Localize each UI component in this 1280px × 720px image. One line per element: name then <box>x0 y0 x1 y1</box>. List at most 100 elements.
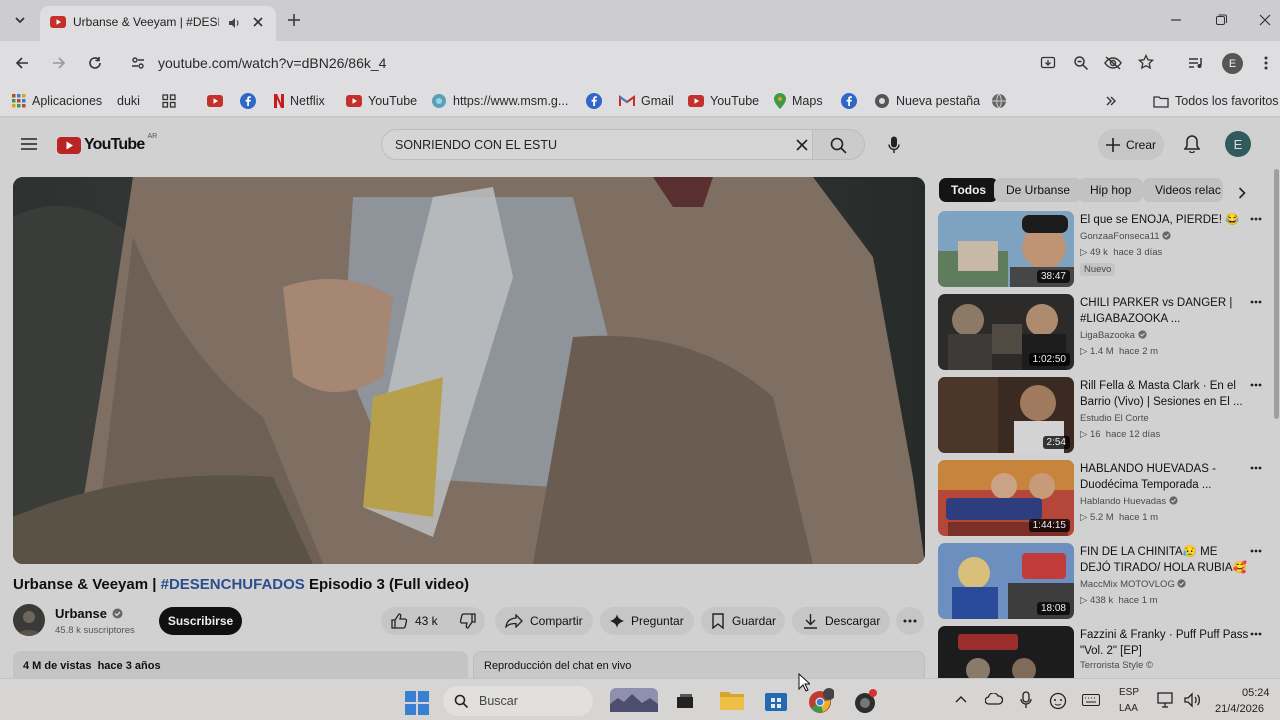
share-button[interactable]: Compartir <box>505 607 583 635</box>
close-window-icon[interactable] <box>1259 14 1271 26</box>
grid-icon[interactable] <box>162 94 176 108</box>
youtube-bookmark-icon[interactable] <box>207 95 223 107</box>
video-thumbnail[interactable] <box>938 626 1074 678</box>
browser-menu-icon[interactable] <box>1264 55 1268 71</box>
all-bookmarks-folder[interactable]: Todos los favoritos <box>1153 85 1279 117</box>
bookmark-netflix[interactable]: Netflix <box>274 85 325 117</box>
microsoft-store-icon[interactable] <box>765 689 787 711</box>
bookmark-new-tab[interactable]: Nueva pestaña <box>874 85 980 117</box>
facebook-icon[interactable] <box>240 93 256 109</box>
microphone-icon[interactable] <box>1020 691 1032 709</box>
bookmark-duki[interactable]: duki <box>117 85 140 117</box>
back-icon[interactable] <box>15 56 29 70</box>
tab-close-icon[interactable] <box>252 16 264 28</box>
forward-icon[interactable] <box>52 56 66 70</box>
clear-search-icon[interactable] <box>796 139 808 151</box>
taskbar-search[interactable]: Buscar <box>443 686 593 716</box>
clock-date[interactable]: 21/4/2026 <box>1215 703 1264 715</box>
recommendation-card[interactable]: 1:44:15 HABLANDO HUEVADAS - Duodécima Te… <box>938 460 1268 538</box>
bookmark-gmail[interactable]: Gmail <box>619 85 674 117</box>
notifications-bell-icon[interactable] <box>1184 135 1200 153</box>
chip-related[interactable]: Videos relac <box>1143 178 1223 202</box>
volume-icon[interactable] <box>1183 692 1201 708</box>
language-indicator[interactable]: ESP <box>1119 687 1139 698</box>
minimize-icon[interactable] <box>1170 14 1182 26</box>
guide-menu-icon[interactable] <box>21 137 37 151</box>
bookmark-youtube-2[interactable]: YouTube <box>688 85 759 117</box>
eye-off-icon[interactable] <box>1104 55 1122 71</box>
globe-icon[interactable] <box>991 93 1007 109</box>
recommendation-card[interactable]: 1:02:50 CHILI PARKER vs DANGER | #LIGABA… <box>938 294 1268 372</box>
facebook-icon[interactable] <box>841 93 857 109</box>
chips-next-icon[interactable] <box>1238 187 1246 199</box>
video-thumbnail[interactable]: 2:54 <box>938 377 1074 453</box>
media-controls-icon[interactable] <box>1188 55 1204 71</box>
card-more-icon[interactable] <box>1250 460 1262 476</box>
more-bookmarks-icon[interactable] <box>1105 95 1117 107</box>
browser-tab[interactable]: Urbanse & Veeyam | #DESE <box>40 6 276 41</box>
description-box[interactable]: 4 M de vistas hace 3 años <box>13 651 468 681</box>
video-thumbnail[interactable]: 1:02:50 <box>938 294 1074 370</box>
search-button[interactable] <box>813 129 865 160</box>
subscribe-button[interactable]: Suscribirse <box>159 607 242 635</box>
clock-time[interactable]: 05:24 <box>1242 687 1270 699</box>
profile-avatar[interactable]: E <box>1222 53 1243 74</box>
bookmark-msm[interactable]: https://www.msm.g... <box>431 85 568 117</box>
keyboard-layout[interactable]: LAA <box>1119 703 1138 714</box>
keyboard-icon[interactable] <box>1082 694 1100 706</box>
chrome-taskbar-icon[interactable] <box>808 688 834 714</box>
bookmark-youtube[interactable]: YouTube <box>346 85 417 117</box>
tab-audio-icon[interactable] <box>227 16 241 30</box>
recommendation-card[interactable]: 2:54 Rill Fella & Masta Clark · En el Ba… <box>938 377 1268 455</box>
windows-start-icon[interactable] <box>405 691 429 715</box>
download-button[interactable]: Descargar <box>803 607 880 635</box>
channel-avatar[interactable] <box>13 604 45 636</box>
card-more-icon[interactable] <box>1250 377 1262 393</box>
obs-icon[interactable] <box>854 688 878 714</box>
video-thumbnail[interactable]: 1:44:15 <box>938 460 1074 536</box>
bookmark-star-icon[interactable] <box>1138 54 1154 70</box>
chip-from-channel[interactable]: De Urbanse <box>994 178 1083 202</box>
save-button[interactable]: Guardar <box>711 607 776 635</box>
page-scrollbar[interactable] <box>1273 124 1280 678</box>
tab-list-icon[interactable] <box>12 12 28 28</box>
card-more-icon[interactable] <box>1250 626 1262 642</box>
address-bar[interactable]: youtube.com/watch?v=dBN26/86k_4 <box>158 55 386 71</box>
scrollbar-thumb[interactable] <box>1274 169 1279 419</box>
install-app-icon[interactable] <box>1040 55 1056 71</box>
network-icon[interactable] <box>1157 692 1175 708</box>
card-more-icon[interactable] <box>1250 211 1262 227</box>
more-actions-button[interactable] <box>896 607 924 635</box>
thumbs-down-icon[interactable] <box>459 613 476 629</box>
chip-hip-hop[interactable]: Hip hop <box>1078 178 1144 202</box>
recommendation-card[interactable]: 38:47 El que se ENOJA, PIERDE! 😂 GonzaaF… <box>938 211 1268 289</box>
copilot-icon[interactable] <box>1049 692 1067 710</box>
bookmark-apps[interactable]: Aplicaciones <box>12 85 102 117</box>
live-chat-replay[interactable]: Reproducción del chat en vivo <box>473 651 925 681</box>
ask-button[interactable]: Preguntar <box>610 607 684 635</box>
card-more-icon[interactable] <box>1250 543 1262 559</box>
youtube-logo[interactable]: YouTube AR <box>57 133 157 155</box>
zoom-icon[interactable] <box>1073 55 1089 71</box>
voice-search-icon[interactable] <box>878 129 910 160</box>
search-input[interactable]: SONRIENDO CON EL ESTU <box>381 129 813 160</box>
restore-icon[interactable] <box>1215 14 1227 26</box>
widget-landscape-icon[interactable] <box>610 688 658 712</box>
new-tab-icon[interactable] <box>287 13 301 27</box>
chip-all[interactable]: Todos <box>939 178 999 202</box>
task-view-icon[interactable] <box>676 693 694 709</box>
onedrive-icon[interactable] <box>985 693 1003 705</box>
reload-icon[interactable] <box>88 56 102 70</box>
create-button[interactable]: Crear <box>1098 129 1164 160</box>
video-player[interactable] <box>13 177 925 564</box>
card-more-icon[interactable] <box>1250 294 1262 310</box>
site-info-icon[interactable] <box>130 55 146 71</box>
hashtag-link[interactable]: #DESENCHUFADOS <box>161 576 305 593</box>
video-thumbnail[interactable]: 38:47 <box>938 211 1074 287</box>
like-button[interactable]: 43 k <box>391 607 438 635</box>
recommendation-card[interactable]: Fazzini & Franky · Puff Puff Pass "Vol. … <box>938 626 1268 678</box>
video-thumbnail[interactable]: 18:08 <box>938 543 1074 619</box>
show-hidden-icons[interactable] <box>955 695 967 703</box>
facebook-icon[interactable] <box>586 93 602 109</box>
file-explorer-icon[interactable] <box>720 690 744 710</box>
